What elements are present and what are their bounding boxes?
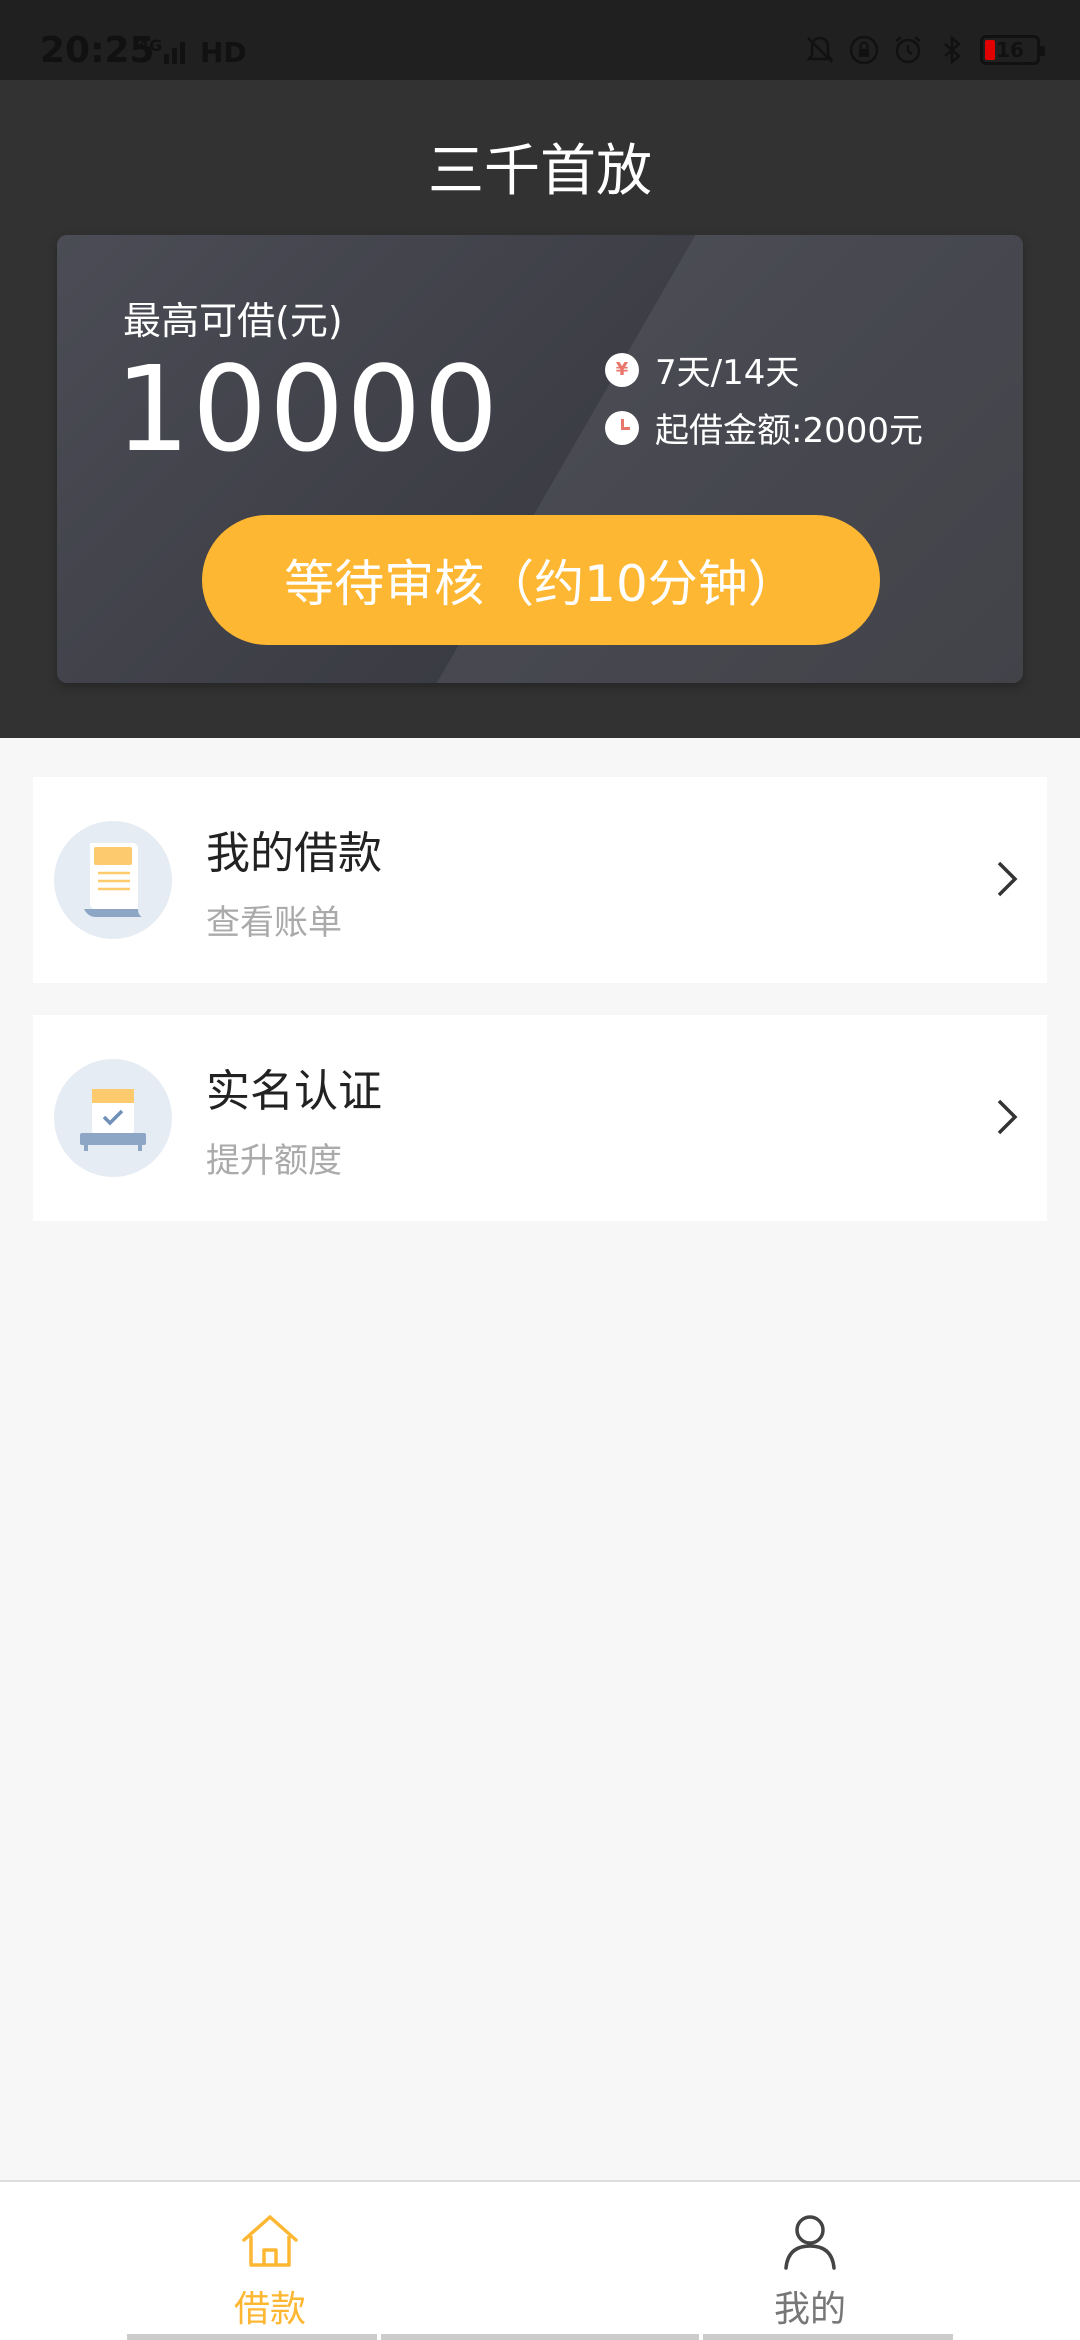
chevron-right-icon [997, 861, 1018, 897]
battery-icon: 16 [980, 35, 1045, 65]
tab-loan[interactable]: 借款 [0, 2182, 540, 2340]
clock-icon [605, 410, 639, 445]
signal-icon [164, 42, 185, 64]
bluetooth-icon [944, 35, 961, 65]
status-icons: 16 [804, 34, 1045, 66]
tab-mine-label: 我的 [773, 2289, 846, 2330]
lock-icon [849, 35, 879, 65]
network-type: 4G [138, 36, 163, 55]
bottom-navigation: 借款 我的 [0, 2180, 1080, 2340]
min-amount: 起借金额:2000元 [655, 411, 923, 451]
tab-loan-label: 借款 [233, 2289, 306, 2330]
real-name-subtitle: 提升额度 [206, 1141, 342, 1181]
id-verification-icon [54, 1059, 172, 1177]
my-loans-subtitle: 查看账单 [206, 903, 342, 943]
person-icon [784, 2215, 836, 2270]
my-loans-title: 我的借款 [206, 828, 382, 879]
bell-muted-icon [806, 36, 834, 63]
chevron-right-icon [997, 1099, 1018, 1135]
max-loan-amount: 10000 [115, 340, 501, 478]
loan-term: 7天/14天 [655, 353, 800, 393]
bill-document-icon [54, 821, 172, 939]
home-icon [242, 2215, 298, 2267]
status-bar: 20:25 4G HD 16 [0, 0, 1080, 80]
alarm-icon [895, 36, 921, 64]
pending-review-button[interactable]: 等待审核（约10分钟） [202, 515, 880, 645]
real-name-verification-item[interactable]: 实名认证 提升额度 [33, 1015, 1047, 1221]
page-title: 三千首放 [428, 139, 652, 204]
max-loan-label: 最高可借(元) [123, 299, 343, 343]
gesture-strip [127, 2334, 377, 2340]
loan-term-row: ¥ 7天/14天 [605, 345, 799, 394]
battery-level: 16 [996, 38, 1024, 62]
tab-mine[interactable]: 我的 [540, 2182, 1080, 2340]
yuan-icon: ¥ [605, 352, 639, 387]
header: 三千首放 最高可借(元) 10000 ¥ 7天/14天 起借金额:2000元 等… [0, 80, 1080, 738]
gesture-strip [703, 2334, 953, 2340]
hd-icon: HD [200, 36, 247, 69]
min-amount-row: 起借金额:2000元 [605, 403, 923, 452]
gesture-strip [381, 2334, 699, 2340]
real-name-title: 实名认证 [206, 1066, 382, 1117]
loan-limit-card: 最高可借(元) 10000 ¥ 7天/14天 起借金额:2000元 等待审核（约… [57, 235, 1023, 683]
my-loans-item[interactable]: 我的借款 查看账单 [33, 777, 1047, 983]
